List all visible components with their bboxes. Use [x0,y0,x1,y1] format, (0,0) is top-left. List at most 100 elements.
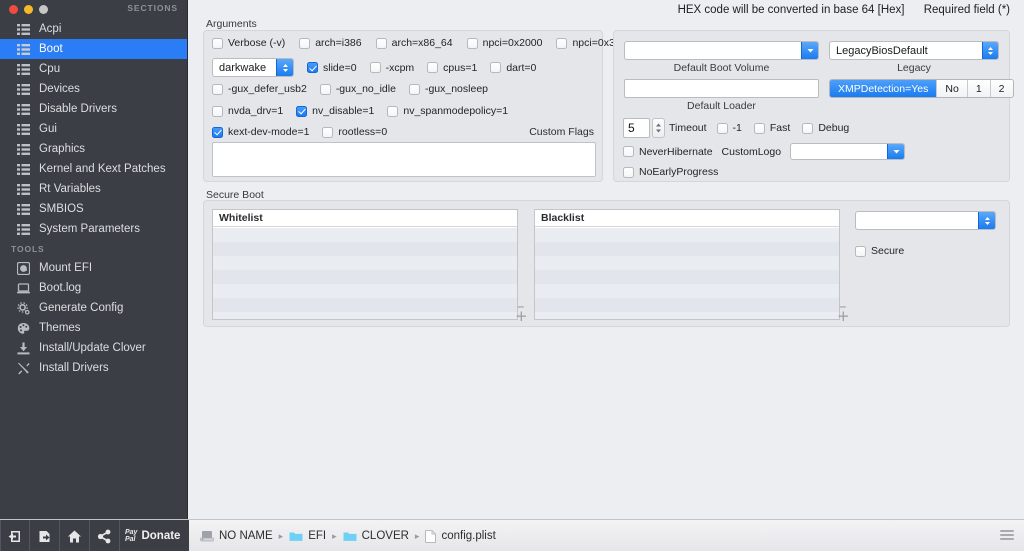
stepper-arrows-icon[interactable] [652,118,665,138]
table-row[interactable] [213,312,517,319]
custom-flags-textarea[interactable] [212,142,596,177]
table-row[interactable] [535,256,839,270]
arguments-row-3: -gux_defer_usb2 -gux_no_idle -gux_nosleep [212,83,488,95]
timeout-value[interactable]: 5 [623,118,650,138]
xmp-segment-xmpdetection-yes[interactable]: XMPDetection=Yes [830,80,937,97]
hamburger-icon[interactable] [1000,530,1014,541]
blacklist-add-button[interactable]: + [837,309,850,324]
sidebar-item-devices[interactable]: Devices [0,79,187,99]
never-hibernate-checkbox[interactable]: NeverHibernate [623,146,713,158]
table-row[interactable] [535,284,839,298]
table-row[interactable] [213,298,517,312]
import-icon[interactable] [0,520,30,551]
sidebar-tool-boot-log[interactable]: Boot.log [0,278,187,298]
sidebar-item-graphics[interactable]: Graphics [0,139,187,159]
checkbox-kext-dev-mode-1[interactable]: kext-dev-mode=1 [212,126,309,138]
checkbox-fast[interactable]: Fast [753,122,791,134]
close-button[interactable] [9,5,18,14]
checkbox-dart-0[interactable]: dart=0 [490,62,536,74]
table-row[interactable] [213,256,517,270]
table-row[interactable] [535,312,839,319]
sidebar-item-gui[interactable]: Gui [0,119,187,139]
sidebar-item-label: Gui [39,123,57,135]
breadcrumb-item-efi[interactable]: EFI [289,530,326,542]
checkbox--1[interactable]: -1 [716,122,742,134]
home-icon[interactable] [60,520,90,551]
minimize-button[interactable] [24,5,33,14]
secure-checkbox[interactable]: Secure [855,245,904,257]
sidebar-item-boot[interactable]: Boot [0,39,187,59]
xmp-segment-2[interactable]: 2 [989,80,1013,97]
checkbox--gux-defer-usb2[interactable]: -gux_defer_usb2 [212,83,307,95]
blacklist-table[interactable]: Blacklist [534,209,840,320]
sidebar-item-cpu[interactable]: Cpu [0,59,187,79]
sidebar: SECTIONS Acpi Boot Cpu Devices Disable Drive… [0,0,188,519]
whitelist-table[interactable]: Whitelist [212,209,518,320]
boot-options-panel: Default Boot Volume LegacyBiosDefault Le… [613,30,1014,182]
checkbox-slide-0[interactable]: slide=0 [307,62,357,74]
table-row[interactable] [213,242,517,256]
checkbox--gux-no-idle[interactable]: -gux_no_idle [319,83,396,95]
timeout-row: 5 Timeout -1 Fast Debug [623,118,849,138]
whitelist-add-button[interactable]: + [515,309,528,324]
sidebar-item-kernel-and-kext-patches[interactable]: Kernel and Kext Patches [0,159,187,179]
share-icon[interactable] [90,520,120,551]
breadcrumb-separator: ▸ [414,530,420,541]
sidebar-tool-themes[interactable]: Themes [0,318,187,338]
darkwake-dropdown[interactable]: darkwake [212,58,294,77]
checkbox-arch-i386[interactable]: arch=i386 [299,37,362,49]
checkbox-nvda-drv-1[interactable]: nvda_drv=1 [212,105,283,117]
checkbox-box [212,105,223,117]
list-icon [17,83,30,95]
main-content: HEX code will be converted in base 64 [H… [189,0,1024,519]
legacy-dropdown[interactable]: LegacyBiosDefault [829,41,999,60]
table-row[interactable] [213,284,517,298]
donate-button[interactable]: Pay Pal Donate [120,520,187,551]
checkbox-cpus-1[interactable]: cpus=1 [427,62,477,74]
table-row[interactable] [535,270,839,284]
sidebar-tool-mount-efi[interactable]: Mount EFI [0,258,187,278]
checkbox-debug[interactable]: Debug [802,122,849,134]
whitelist-rows [213,228,517,319]
sidebar-item-smbios[interactable]: SMBIOS [0,199,187,219]
checkbox-nv-disable-1[interactable]: nv_disable=1 [296,105,374,117]
checkbox-nv-spanmodepolicy-1[interactable]: nv_spanmodepolicy=1 [387,105,508,117]
chevron-updown-icon [982,42,998,59]
breadcrumb-item-no-name[interactable]: NO NAME [200,530,273,542]
xmp-segment-1[interactable]: 1 [966,80,990,97]
table-row[interactable] [535,242,839,256]
default-boot-volume-dropdown[interactable] [624,41,819,60]
checkbox-arch-x86-64[interactable]: arch=x86_64 [375,37,453,49]
checkbox-label: Fast [769,122,791,134]
xmp-segment-no[interactable]: No [936,80,967,97]
export-icon[interactable] [30,520,60,551]
zoom-button[interactable] [39,5,48,14]
no-early-progress-checkbox[interactable]: NoEarlyProgress [623,166,718,178]
sidebar-sections-list: Acpi Boot Cpu Devices Disable Drivers Gui Grap… [0,19,187,239]
checkbox-rootless-0[interactable]: rootless=0 [322,126,387,138]
breadcrumb-item-clover[interactable]: CLOVER [343,530,409,542]
default-loader-input[interactable] [624,79,819,98]
table-row[interactable] [535,298,839,312]
checkbox-verbose-v-[interactable]: Verbose (-v) [212,37,285,49]
sidebar-tool-install-drivers[interactable]: Install Drivers [0,358,187,378]
sidebar-item-system-parameters[interactable]: System Parameters [0,219,187,239]
table-row[interactable] [213,228,517,242]
table-row[interactable] [213,270,517,284]
checkbox--gux-nosleep[interactable]: -gux_nosleep [408,83,488,95]
xmp-detection-segmented-control[interactable]: XMPDetection=Yes No 1 2 [829,79,1014,98]
custom-logo-dropdown[interactable] [790,143,906,160]
sidebar-item-acpi[interactable]: Acpi [0,19,187,39]
sidebar-tool-install-update-clover[interactable]: Install/Update Clover [0,338,187,358]
sidebar-tool-label: Boot.log [39,282,82,294]
sidebar-item-disable-drivers[interactable]: Disable Drivers [0,99,187,119]
sidebar-item-rt-variables[interactable]: Rt Variables [0,179,187,199]
secure-boot-policy-dropdown[interactable] [855,211,996,230]
checkbox--xcpm[interactable]: -xcpm [369,62,414,74]
timeout-stepper[interactable]: 5 [623,118,665,138]
checkbox-npci-0x2000[interactable]: npci=0x2000 [466,37,542,49]
table-row[interactable] [535,228,839,242]
breadcrumb-item-config-plist[interactable]: config.plist [425,529,496,543]
secure-boot-panel: Whitelist – + Blacklist – + Secure [203,200,1010,327]
sidebar-tool-generate-config[interactable]: Generate Config [0,298,187,318]
